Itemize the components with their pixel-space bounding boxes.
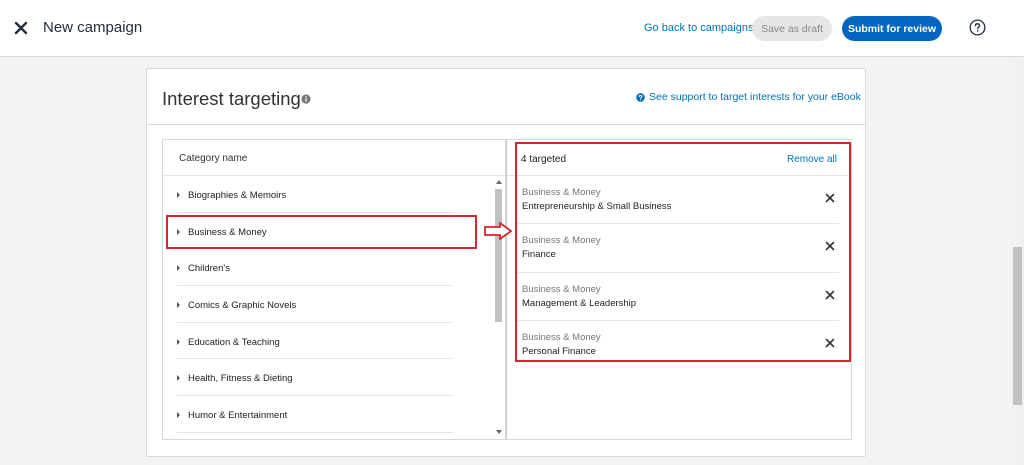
category-scrollbar[interactable] bbox=[493, 176, 504, 439]
category-label: Children's bbox=[188, 263, 230, 275]
support-link-label: See support to target interests for your… bbox=[649, 91, 861, 103]
category-item[interactable]: Biographies & Memoirs bbox=[177, 176, 453, 213]
category-scrollbar-thumb[interactable] bbox=[495, 189, 502, 322]
category-item[interactable]: Education & Teaching bbox=[177, 323, 453, 360]
arrow-right-icon bbox=[484, 222, 512, 240]
help-icon[interactable] bbox=[969, 19, 986, 36]
category-header: Category name bbox=[163, 140, 505, 176]
page-scrollbar-thumb[interactable] bbox=[1013, 247, 1022, 405]
category-panel: Category name Biographies & Memoirs Busi… bbox=[162, 139, 506, 440]
category-label: Comics & Graphic Novels bbox=[188, 300, 297, 312]
card-divider bbox=[147, 124, 865, 125]
caret-right-icon bbox=[177, 375, 180, 382]
category-item[interactable]: Health, Fitness & Dieting bbox=[177, 359, 453, 397]
save-draft-button[interactable]: Save as draft bbox=[752, 16, 832, 41]
scroll-down-icon[interactable] bbox=[496, 430, 502, 434]
section-title: Interest targeting bbox=[162, 88, 301, 109]
support-link[interactable]: See support to target interests for your… bbox=[636, 91, 861, 103]
category-item[interactable]: Children's bbox=[177, 249, 453, 287]
caret-right-icon bbox=[177, 302, 180, 309]
caret-right-icon bbox=[177, 192, 180, 198]
submit-for-review-button[interactable]: Submit for review bbox=[842, 16, 942, 41]
close-icon[interactable] bbox=[11, 18, 31, 38]
back-to-campaigns-link[interactable]: Go back to campaigns bbox=[644, 22, 753, 34]
caret-right-icon bbox=[177, 412, 180, 419]
page-title: New campaign bbox=[43, 19, 143, 36]
caret-right-icon bbox=[177, 338, 180, 345]
highlight-box-targeted-list bbox=[515, 142, 851, 362]
info-icon[interactable] bbox=[301, 94, 311, 104]
top-bar: New campaign Go back to campaigns Save a… bbox=[0, 0, 1024, 57]
category-header-label: Category name bbox=[179, 153, 248, 164]
scroll-up-icon[interactable] bbox=[496, 180, 502, 184]
category-item[interactable]: Comics & Graphic Novels bbox=[177, 286, 453, 323]
category-label: Biographies & Memoirs bbox=[188, 190, 287, 201]
category-label: Health, Fitness & Dieting bbox=[188, 373, 293, 385]
question-circle-icon bbox=[636, 92, 645, 102]
highlight-box-selected-category bbox=[166, 215, 477, 249]
category-item[interactable]: Humor & Entertainment bbox=[177, 396, 453, 433]
category-label: Education & Teaching bbox=[188, 336, 280, 348]
caret-right-icon bbox=[177, 265, 180, 272]
category-label: Humor & Entertainment bbox=[188, 410, 288, 422]
